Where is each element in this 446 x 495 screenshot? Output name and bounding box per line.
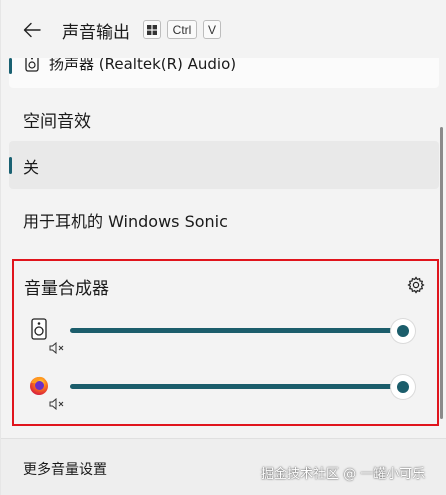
slider-track (70, 328, 403, 333)
spatial-audio-heading: 空间音效 (23, 112, 91, 132)
volume-mixer-heading: 音量合成器 (24, 279, 109, 299)
windows-key-icon (143, 20, 161, 39)
spatial-option-off[interactable]: 关 (9, 141, 439, 189)
ctrl-key: Ctrl (167, 20, 197, 39)
v-key: V (203, 20, 221, 39)
gear-icon[interactable] (407, 276, 425, 294)
slider-track (70, 384, 403, 389)
speaker-icon (31, 318, 47, 340)
spatial-option-windows-sonic[interactable]: 用于耳机的 Windows Sonic (9, 195, 439, 243)
sound-output-flyout: 扬声器 (Realtek(R) Audio) 声音输出 Ctrl V 空间音效 … (0, 0, 446, 495)
page-title: 声音输出 (62, 23, 130, 43)
scrollbar-thumb[interactable] (440, 127, 443, 419)
arrow-left-icon (23, 22, 41, 38)
firefox-icon (30, 376, 48, 395)
flyout-footer: 更多音量设置 掘金技术社区 @ 一罐小可乐 (1, 438, 446, 495)
selected-indicator (9, 157, 12, 174)
volume-slider-firefox[interactable] (70, 375, 415, 399)
flyout-header: 声音输出 Ctrl V (1, 0, 446, 58)
spatial-option-label: 用于耳机的 Windows Sonic (23, 212, 228, 231)
spatial-option-label: 关 (23, 158, 40, 177)
watermark-text: 掘金技术社区 @ 一罐小可乐 (261, 467, 426, 482)
more-volume-settings-link[interactable]: 更多音量设置 (23, 459, 107, 479)
volume-mute-icon[interactable] (48, 398, 66, 410)
volume-slider-speaker[interactable] (70, 319, 415, 343)
slider-thumb[interactable] (391, 375, 415, 399)
volume-mute-icon[interactable] (48, 342, 66, 354)
volume-mixer-section: 音量合成器 (12, 259, 439, 426)
mixer-row-firefox (14, 369, 437, 410)
mixer-row-speaker (14, 313, 437, 354)
selected-indicator (9, 58, 12, 74)
slider-thumb[interactable] (391, 319, 415, 343)
back-button[interactable] (17, 16, 47, 44)
